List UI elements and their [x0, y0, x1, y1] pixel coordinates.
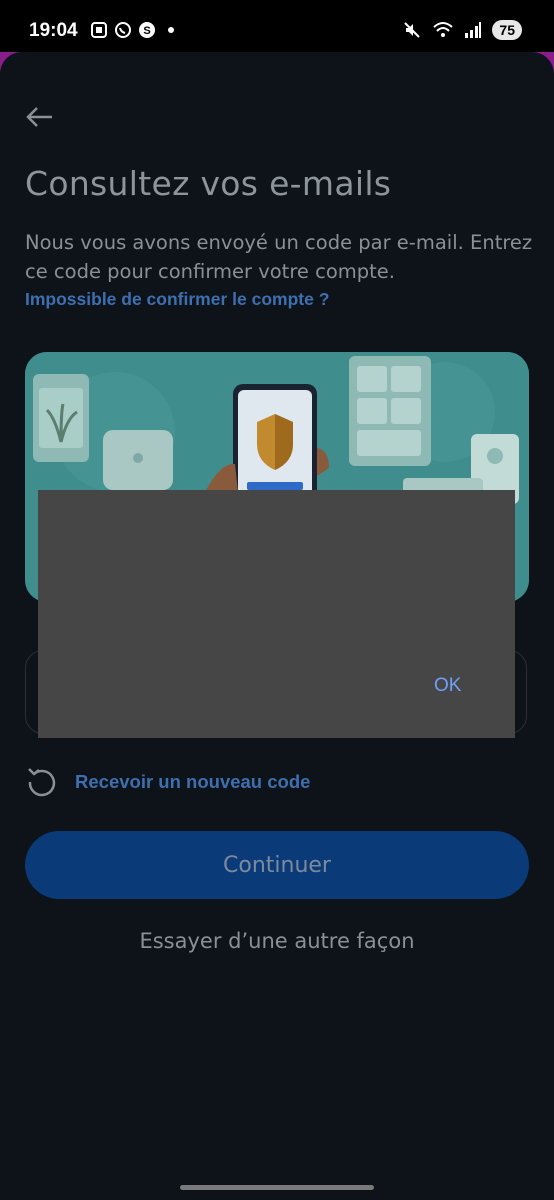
resend-code-label: Recevoir un nouveau code [75, 771, 311, 792]
svg-text:S: S [143, 25, 150, 37]
skype-icon: S [139, 22, 155, 38]
back-arrow-icon[interactable] [22, 102, 58, 132]
system-icons: 75 [402, 20, 522, 40]
status-bar: 19:04 S 75 [0, 0, 554, 52]
screenshot-icon [91, 22, 107, 38]
dot-icon [168, 27, 174, 33]
refresh-icon [28, 768, 56, 797]
cannot-confirm-link[interactable]: Impossible de confirmer le compte ? [25, 289, 329, 310]
battery-indicator: 75 [492, 20, 522, 40]
page-title: Consultez vos e-mails [25, 164, 392, 203]
page-subtitle: Nous vous avons envoyé un code par e-mai… [25, 231, 533, 283]
resend-code-row[interactable]: Recevoir un nouveau code [25, 762, 310, 802]
status-time: 19:04 [29, 20, 78, 41]
notification-icons: S [90, 21, 180, 39]
dialog-ok-button[interactable]: OK [434, 675, 461, 697]
wifi-icon [433, 22, 454, 37]
continue-button[interactable]: Continuer [25, 831, 529, 899]
mute-icon [404, 22, 421, 38]
whatsapp-icon [115, 22, 131, 38]
home-indicator[interactable] [180, 1185, 374, 1190]
signal-icon [465, 22, 482, 38]
alert-dialog: OK [38, 490, 515, 738]
try-another-way-link[interactable]: Essayer d’une autre façon [0, 929, 554, 953]
